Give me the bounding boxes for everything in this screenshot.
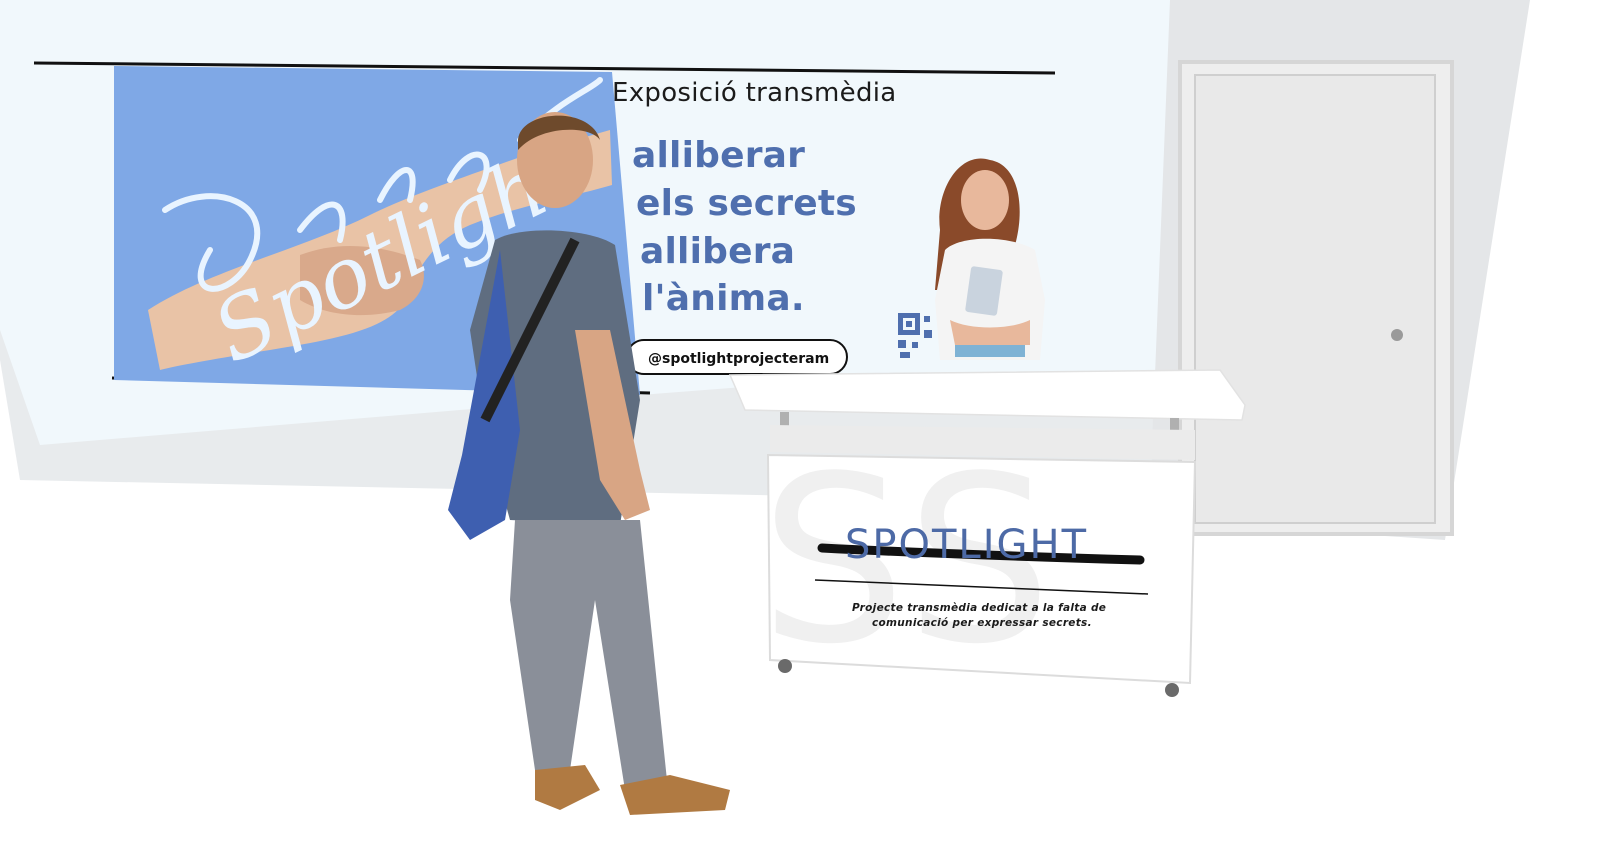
counter-tagline-2: comunicació per expressar secrets. bbox=[872, 617, 1092, 629]
banner-subtitle: Exposició transmèdia bbox=[612, 78, 897, 108]
counter-brand: SPOTLIGHT bbox=[845, 522, 1089, 568]
banner-line-2: els secrets bbox=[636, 183, 857, 224]
banner-line-3: allibera bbox=[640, 231, 796, 272]
door-knob-icon bbox=[1391, 329, 1403, 341]
wheel-right bbox=[1165, 683, 1179, 697]
banner-handle: @spotlightprojecteram bbox=[648, 351, 830, 367]
exhibition-scene: Spotlight SS bbox=[0, 0, 1600, 843]
counter-tagline-1: Projecte transmèdia dedicat a la falta d… bbox=[852, 602, 1107, 614]
wheel-left bbox=[778, 659, 792, 673]
door-panel bbox=[1194, 74, 1436, 524]
banner-line-4: l'ànima. bbox=[642, 278, 805, 319]
banner-line-1: alliberar bbox=[632, 135, 806, 176]
